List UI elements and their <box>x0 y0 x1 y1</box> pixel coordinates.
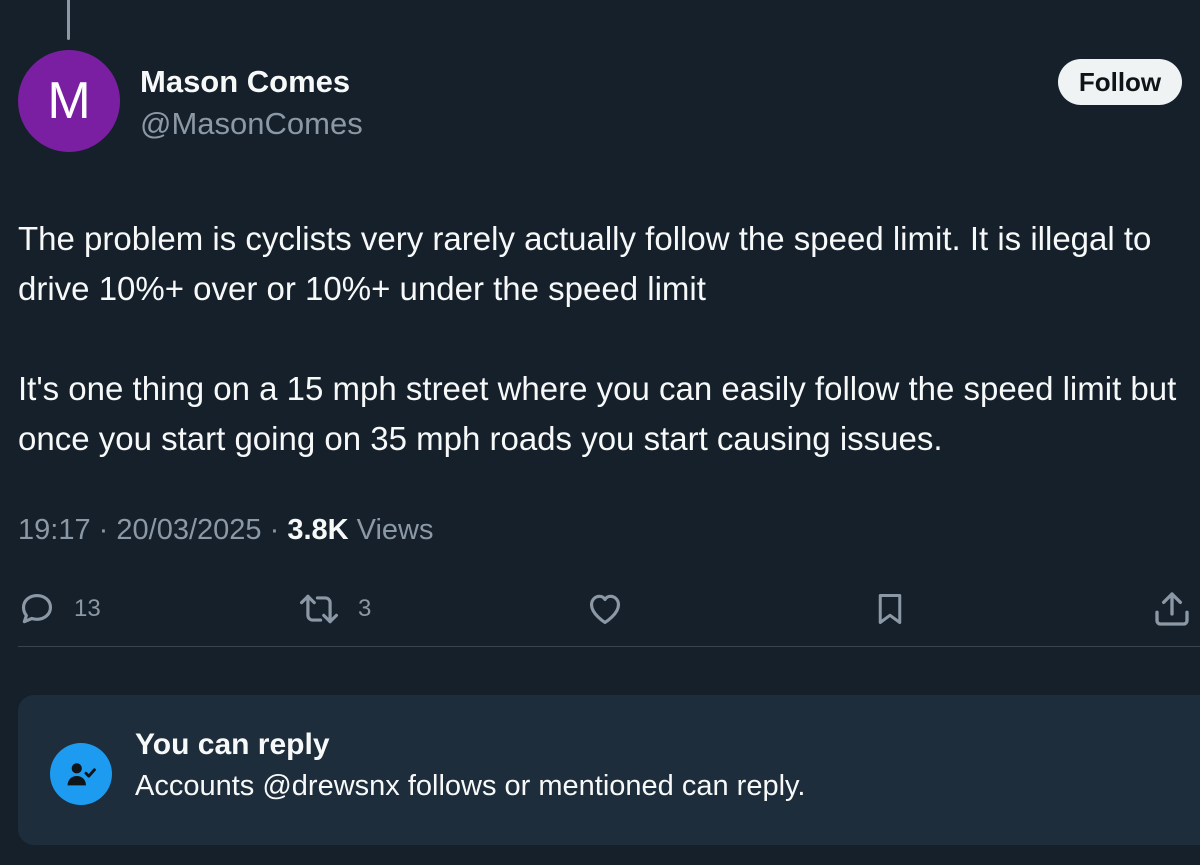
retweet-icon <box>300 594 338 624</box>
divider <box>18 646 1200 647</box>
action-bar: 13 3 <box>0 582 1200 636</box>
meta-separator: · <box>98 514 109 546</box>
author-display-name[interactable]: Mason Comes <box>140 64 350 100</box>
tweet-meta: 19:17 · 20/03/2025 · 3.8K Views <box>18 514 434 547</box>
tweet-paragraph: It's one thing on a 15 mph street where … <box>18 370 1177 457</box>
thread-connector-line <box>67 0 70 40</box>
person-check-icon <box>50 743 112 805</box>
bookmark-button[interactable] <box>872 582 908 636</box>
retweet-count: 3 <box>358 595 372 622</box>
reply-restriction-title: You can reply <box>135 728 330 761</box>
like-button[interactable] <box>585 582 625 636</box>
meta-separator: · <box>269 514 280 546</box>
reply-restriction-description: Accounts @drewsnx follows or mentioned c… <box>135 770 806 802</box>
tweet-text: The problem is cyclists very rarely actu… <box>18 214 1200 464</box>
bookmark-icon <box>878 594 902 624</box>
reply-count: 13 <box>74 595 101 622</box>
reply-restriction-banner: You can reply Accounts @drewsnx follows … <box>18 695 1200 845</box>
follow-button[interactable]: Follow <box>1058 59 1182 105</box>
tweet-date[interactable]: 20/03/2025 <box>116 514 261 546</box>
avatar-letter: M <box>47 72 91 130</box>
reply-icon <box>21 593 53 624</box>
share-button[interactable] <box>1152 582 1192 636</box>
views-label: Views <box>356 514 434 546</box>
tweet-time[interactable]: 19:17 <box>18 514 91 546</box>
author-handle[interactable]: @MasonComes <box>140 106 363 142</box>
heart-icon <box>589 594 621 625</box>
avatar[interactable]: M <box>18 50 120 152</box>
retweet-button[interactable]: 3 <box>298 582 371 636</box>
tweet-paragraph: The problem is cyclists very rarely actu… <box>18 220 1152 307</box>
reply-button[interactable]: 13 <box>18 582 101 636</box>
views-count: 3.8K <box>287 514 349 546</box>
share-icon <box>1155 592 1189 626</box>
